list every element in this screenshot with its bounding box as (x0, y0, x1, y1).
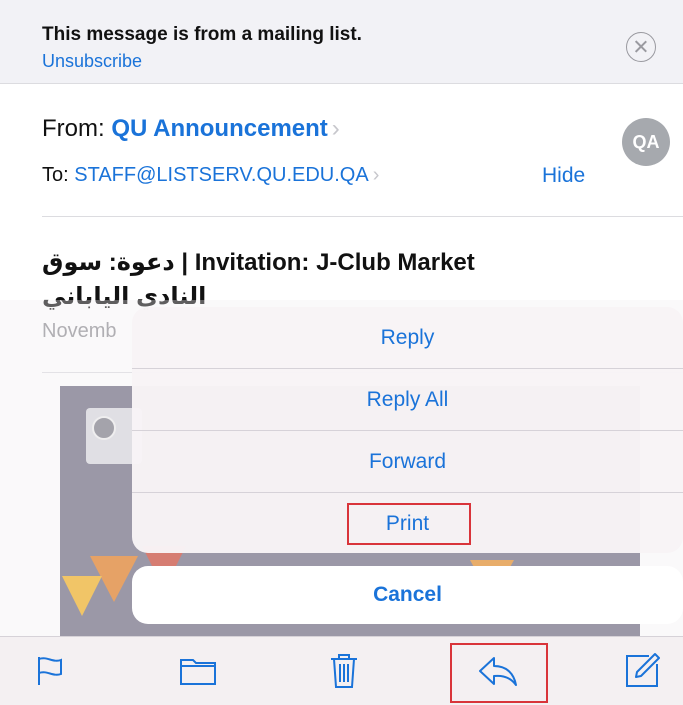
flag-icon[interactable] (28, 651, 72, 691)
print-highlight-box (347, 503, 471, 545)
recipient-address[interactable]: STAFF@LISTSERV.QU.EDU.QA (74, 164, 368, 186)
compose-icon[interactable] (620, 651, 664, 691)
folder-icon[interactable] (176, 651, 220, 691)
from-row: From: QU Announcement › (42, 115, 340, 143)
reply-option[interactable]: Reply (132, 307, 683, 368)
avatar[interactable]: QA (622, 118, 670, 166)
header-divider (42, 216, 683, 217)
cancel-button[interactable]: Cancel (132, 566, 683, 624)
reply-action-sheet: Reply Reply All Forward Print (132, 307, 683, 553)
chevron-right-icon: › (331, 115, 340, 142)
reply-all-option[interactable]: Reply All (132, 369, 683, 430)
to-prefix: To: (42, 164, 69, 186)
mail-screen: This message is from a mailing list. Uns… (0, 0, 683, 705)
trash-icon[interactable] (322, 651, 366, 691)
from-prefix: From: (42, 115, 105, 142)
mail-toolbar (0, 636, 683, 705)
reply-highlight-box (450, 643, 548, 703)
mailing-list-message: This message is from a mailing list. (42, 24, 362, 45)
unsubscribe-link[interactable]: Unsubscribe (42, 51, 142, 72)
sender-name[interactable]: QU Announcement (111, 115, 327, 142)
close-circle-icon[interactable] (626, 32, 656, 62)
forward-option[interactable]: Forward (132, 431, 683, 492)
to-row: To: STAFF@LISTSERV.QU.EDU.QA › (42, 164, 379, 187)
mailing-list-banner: This message is from a mailing list. Uns… (0, 0, 683, 84)
hide-details-link[interactable]: Hide (542, 164, 585, 188)
chevron-right-icon: › (372, 164, 380, 186)
subject-line-1: دعوة: سوق | Invitation: J-Club Market (42, 249, 475, 276)
